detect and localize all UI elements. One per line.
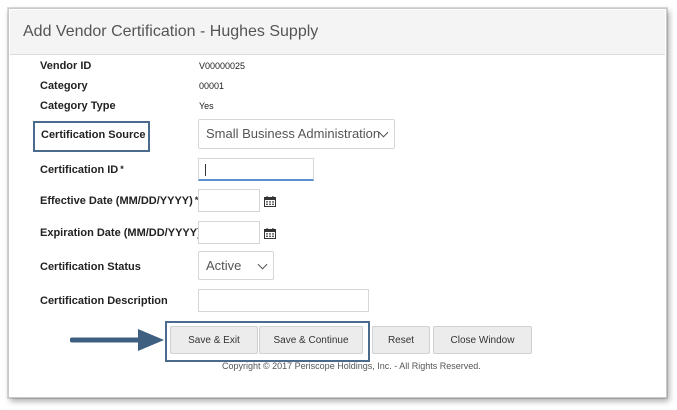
text-caret bbox=[205, 164, 206, 176]
reset-button[interactable]: Reset bbox=[372, 326, 430, 354]
vendor-id-label: Vendor ID bbox=[40, 60, 92, 72]
category-type-value: Yes bbox=[199, 101, 214, 111]
certification-status-label: Certification Status bbox=[40, 261, 141, 273]
certification-source-label: Certification Source bbox=[41, 129, 146, 141]
certification-description-input[interactable] bbox=[198, 289, 369, 312]
certification-description-label: Certification Description bbox=[40, 295, 168, 307]
category-type-label: Category Type bbox=[40, 100, 116, 112]
arrow-right-icon bbox=[70, 329, 164, 351]
calendar-icon[interactable] bbox=[264, 228, 276, 239]
calendar-icon[interactable] bbox=[264, 196, 276, 207]
page-header: Add Vendor Certification - Hughes Supply bbox=[10, 10, 665, 55]
close-window-button[interactable]: Close Window bbox=[433, 326, 532, 354]
certification-source-select[interactable]: Small Business Administration bbox=[198, 119, 395, 149]
effective-date-input[interactable] bbox=[198, 189, 260, 212]
expiration-date-input[interactable] bbox=[198, 221, 260, 244]
chevron-down-icon bbox=[257, 259, 268, 270]
vendor-id-value: V00000025 bbox=[199, 61, 246, 71]
certification-id-label: Certification ID * bbox=[40, 164, 124, 176]
category-value: 00001 bbox=[199, 81, 225, 91]
copyright-text: Copyright © 2017 Periscope Holdings, Inc… bbox=[222, 361, 481, 371]
effective-date-label: Effective Date (MM/DD/YYYY) * bbox=[40, 195, 199, 207]
required-mark: * bbox=[120, 164, 124, 174]
save-continue-button[interactable]: Save & Continue bbox=[259, 326, 363, 354]
certification-status-value: Active bbox=[206, 258, 242, 273]
page-title: Add Vendor Certification - Hughes Supply bbox=[23, 23, 319, 40]
certification-status-select[interactable]: Active bbox=[198, 251, 274, 280]
certification-source-value: Small Business Administration bbox=[206, 126, 381, 141]
save-exit-button[interactable]: Save & Exit bbox=[170, 326, 258, 354]
category-label: Category bbox=[40, 80, 88, 92]
certification-id-input[interactable] bbox=[198, 158, 314, 181]
expiration-date-label: Expiration Date (MM/DD/YYYY) bbox=[40, 227, 201, 239]
